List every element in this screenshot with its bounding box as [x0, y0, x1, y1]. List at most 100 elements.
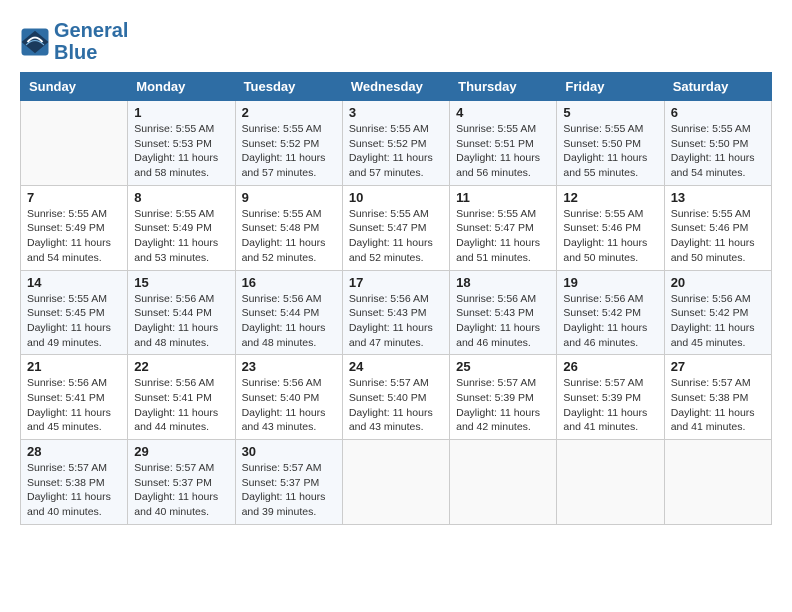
- day-number: 18: [456, 275, 550, 290]
- day-info: Sunrise: 5:55 AM Sunset: 5:46 PM Dayligh…: [563, 207, 657, 266]
- weekday-header: Thursday: [450, 73, 557, 101]
- day-number: 12: [563, 190, 657, 205]
- calendar-cell: 16Sunrise: 5:56 AM Sunset: 5:44 PM Dayli…: [235, 270, 342, 355]
- logo-icon: [20, 27, 50, 57]
- day-info: Sunrise: 5:57 AM Sunset: 5:38 PM Dayligh…: [27, 461, 121, 520]
- day-number: 19: [563, 275, 657, 290]
- calendar-cell: 18Sunrise: 5:56 AM Sunset: 5:43 PM Dayli…: [450, 270, 557, 355]
- calendar-cell: 9 Sunrise: 5:55 AM Sunset: 5:48 PM Daylig…: [235, 185, 342, 270]
- logo-text: General Blue: [54, 20, 128, 64]
- calendar-cell: 30 Sunrise: 5:57 AM Sunset: 5:37 PM Dayli…: [235, 440, 342, 525]
- calendar-cell: 13 Sunrise: 5:55 AM Sunset: 5:46 PM Dayli…: [664, 185, 771, 270]
- calendar-cell: 1 Sunrise: 5:55 AM Sunset: 5:53 PM Daylig…: [128, 101, 235, 186]
- weekday-header: Monday: [128, 73, 235, 101]
- calendar-cell: [664, 440, 771, 525]
- calendar-cell: 26 Sunrise: 5:57 AM Sunset: 5:39 PM Dayli…: [557, 355, 664, 440]
- day-number: 14: [27, 275, 121, 290]
- calendar-cell: 6 Sunrise: 5:55 AM Sunset: 5:50 PM Daylig…: [664, 101, 771, 186]
- day-info: Sunrise: 5:55 AM Sunset: 5:47 PM Dayligh…: [456, 207, 550, 266]
- calendar-cell: 21 Sunrise: 5:56 AM Sunset: 5:41 PM Dayli…: [21, 355, 128, 440]
- weekday-header: Saturday: [664, 73, 771, 101]
- day-number: 24: [349, 359, 443, 374]
- day-number: 10: [349, 190, 443, 205]
- day-number: 3: [349, 105, 443, 120]
- day-info: Sunrise: 5:57 AM Sunset: 5:39 PM Dayligh…: [456, 376, 550, 435]
- day-info: Sunrise: 5:55 AM Sunset: 5:49 PM Dayligh…: [134, 207, 228, 266]
- calendar-week-row: 7 Sunrise: 5:55 AM Sunset: 5:49 PM Daylig…: [21, 185, 772, 270]
- day-info: Sunrise: 5:55 AM Sunset: 5:48 PM Dayligh…: [242, 207, 336, 266]
- day-info: Sunrise: 5:56 AM Sunset: 5:44 PM Dayligh…: [134, 292, 228, 351]
- day-info: Sunrise: 5:55 AM Sunset: 5:50 PM Dayligh…: [671, 122, 765, 181]
- weekday-header: Sunday: [21, 73, 128, 101]
- day-info: Sunrise: 5:55 AM Sunset: 5:52 PM Dayligh…: [242, 122, 336, 181]
- day-number: 26: [563, 359, 657, 374]
- calendar-cell: 20Sunrise: 5:56 AM Sunset: 5:42 PM Dayli…: [664, 270, 771, 355]
- calendar-cell: 27 Sunrise: 5:57 AM Sunset: 5:38 PM Dayli…: [664, 355, 771, 440]
- calendar-week-row: 21 Sunrise: 5:56 AM Sunset: 5:41 PM Dayli…: [21, 355, 772, 440]
- day-info: Sunrise: 5:57 AM Sunset: 5:39 PM Dayligh…: [563, 376, 657, 435]
- day-info: Sunrise: 5:56 AM Sunset: 5:41 PM Dayligh…: [134, 376, 228, 435]
- day-number: 30: [242, 444, 336, 459]
- day-info: Sunrise: 5:55 AM Sunset: 5:47 PM Dayligh…: [349, 207, 443, 266]
- day-info: Sunrise: 5:55 AM Sunset: 5:52 PM Dayligh…: [349, 122, 443, 181]
- day-number: 9: [242, 190, 336, 205]
- day-number: 11: [456, 190, 550, 205]
- calendar-cell: 2 Sunrise: 5:55 AM Sunset: 5:52 PM Daylig…: [235, 101, 342, 186]
- logo: General Blue: [20, 20, 128, 64]
- day-number: 17: [349, 275, 443, 290]
- calendar-cell: [450, 440, 557, 525]
- day-number: 15: [134, 275, 228, 290]
- day-number: 8: [134, 190, 228, 205]
- day-info: Sunrise: 5:56 AM Sunset: 5:42 PM Dayligh…: [563, 292, 657, 351]
- calendar-cell: 25Sunrise: 5:57 AM Sunset: 5:39 PM Dayli…: [450, 355, 557, 440]
- day-info: Sunrise: 5:55 AM Sunset: 5:45 PM Dayligh…: [27, 292, 121, 351]
- day-info: Sunrise: 5:56 AM Sunset: 5:44 PM Dayligh…: [242, 292, 336, 351]
- calendar-cell: 23Sunrise: 5:56 AM Sunset: 5:40 PM Dayli…: [235, 355, 342, 440]
- day-info: Sunrise: 5:57 AM Sunset: 5:38 PM Dayligh…: [671, 376, 765, 435]
- day-number: 4: [456, 105, 550, 120]
- calendar-cell: 12 Sunrise: 5:55 AM Sunset: 5:46 PM Dayli…: [557, 185, 664, 270]
- calendar-table: SundayMondayTuesdayWednesdayThursdayFrid…: [20, 72, 772, 525]
- weekday-header: Tuesday: [235, 73, 342, 101]
- day-info: Sunrise: 5:57 AM Sunset: 5:40 PM Dayligh…: [349, 376, 443, 435]
- day-info: Sunrise: 5:56 AM Sunset: 5:42 PM Dayligh…: [671, 292, 765, 351]
- day-number: 1: [134, 105, 228, 120]
- calendar-header-row: SundayMondayTuesdayWednesdayThursdayFrid…: [21, 73, 772, 101]
- day-number: 27: [671, 359, 765, 374]
- calendar-cell: 17 Sunrise: 5:56 AM Sunset: 5:43 PM Dayli…: [342, 270, 449, 355]
- day-info: Sunrise: 5:57 AM Sunset: 5:37 PM Dayligh…: [242, 461, 336, 520]
- day-info: Sunrise: 5:56 AM Sunset: 5:40 PM Dayligh…: [242, 376, 336, 435]
- day-info: Sunrise: 5:55 AM Sunset: 5:49 PM Dayligh…: [27, 207, 121, 266]
- calendar-cell: 14 Sunrise: 5:55 AM Sunset: 5:45 PM Dayli…: [21, 270, 128, 355]
- day-number: 7: [27, 190, 121, 205]
- calendar-cell: 10 Sunrise: 5:55 AM Sunset: 5:47 PM Dayli…: [342, 185, 449, 270]
- page-header: General Blue: [20, 20, 772, 64]
- calendar-cell: 19 Sunrise: 5:56 AM Sunset: 5:42 PM Dayli…: [557, 270, 664, 355]
- calendar-cell: 5Sunrise: 5:55 AM Sunset: 5:50 PM Daylig…: [557, 101, 664, 186]
- day-info: Sunrise: 5:56 AM Sunset: 5:43 PM Dayligh…: [349, 292, 443, 351]
- day-info: Sunrise: 5:56 AM Sunset: 5:41 PM Dayligh…: [27, 376, 121, 435]
- calendar-cell: 29 Sunrise: 5:57 AM Sunset: 5:37 PM Dayli…: [128, 440, 235, 525]
- calendar-cell: 7 Sunrise: 5:55 AM Sunset: 5:49 PM Daylig…: [21, 185, 128, 270]
- day-number: 21: [27, 359, 121, 374]
- calendar-cell: 28 Sunrise: 5:57 AM Sunset: 5:38 PM Dayli…: [21, 440, 128, 525]
- calendar-cell: 8 Sunrise: 5:55 AM Sunset: 5:49 PM Daylig…: [128, 185, 235, 270]
- day-info: Sunrise: 5:55 AM Sunset: 5:46 PM Dayligh…: [671, 207, 765, 266]
- calendar-cell: 4Sunrise: 5:55 AM Sunset: 5:51 PM Daylig…: [450, 101, 557, 186]
- calendar-cell: 22Sunrise: 5:56 AM Sunset: 5:41 PM Dayli…: [128, 355, 235, 440]
- day-number: 28: [27, 444, 121, 459]
- day-number: 2: [242, 105, 336, 120]
- calendar-cell: 11 Sunrise: 5:55 AM Sunset: 5:47 PM Dayli…: [450, 185, 557, 270]
- day-number: 29: [134, 444, 228, 459]
- calendar-cell: [557, 440, 664, 525]
- calendar-cell: 24 Sunrise: 5:57 AM Sunset: 5:40 PM Dayli…: [342, 355, 449, 440]
- calendar-cell: 15 Sunrise: 5:56 AM Sunset: 5:44 PM Dayli…: [128, 270, 235, 355]
- calendar-cell: [21, 101, 128, 186]
- weekday-header: Friday: [557, 73, 664, 101]
- day-info: Sunrise: 5:57 AM Sunset: 5:37 PM Dayligh…: [134, 461, 228, 520]
- weekday-header: Wednesday: [342, 73, 449, 101]
- day-number: 13: [671, 190, 765, 205]
- calendar-cell: [342, 440, 449, 525]
- day-info: Sunrise: 5:55 AM Sunset: 5:53 PM Dayligh…: [134, 122, 228, 181]
- day-number: 6: [671, 105, 765, 120]
